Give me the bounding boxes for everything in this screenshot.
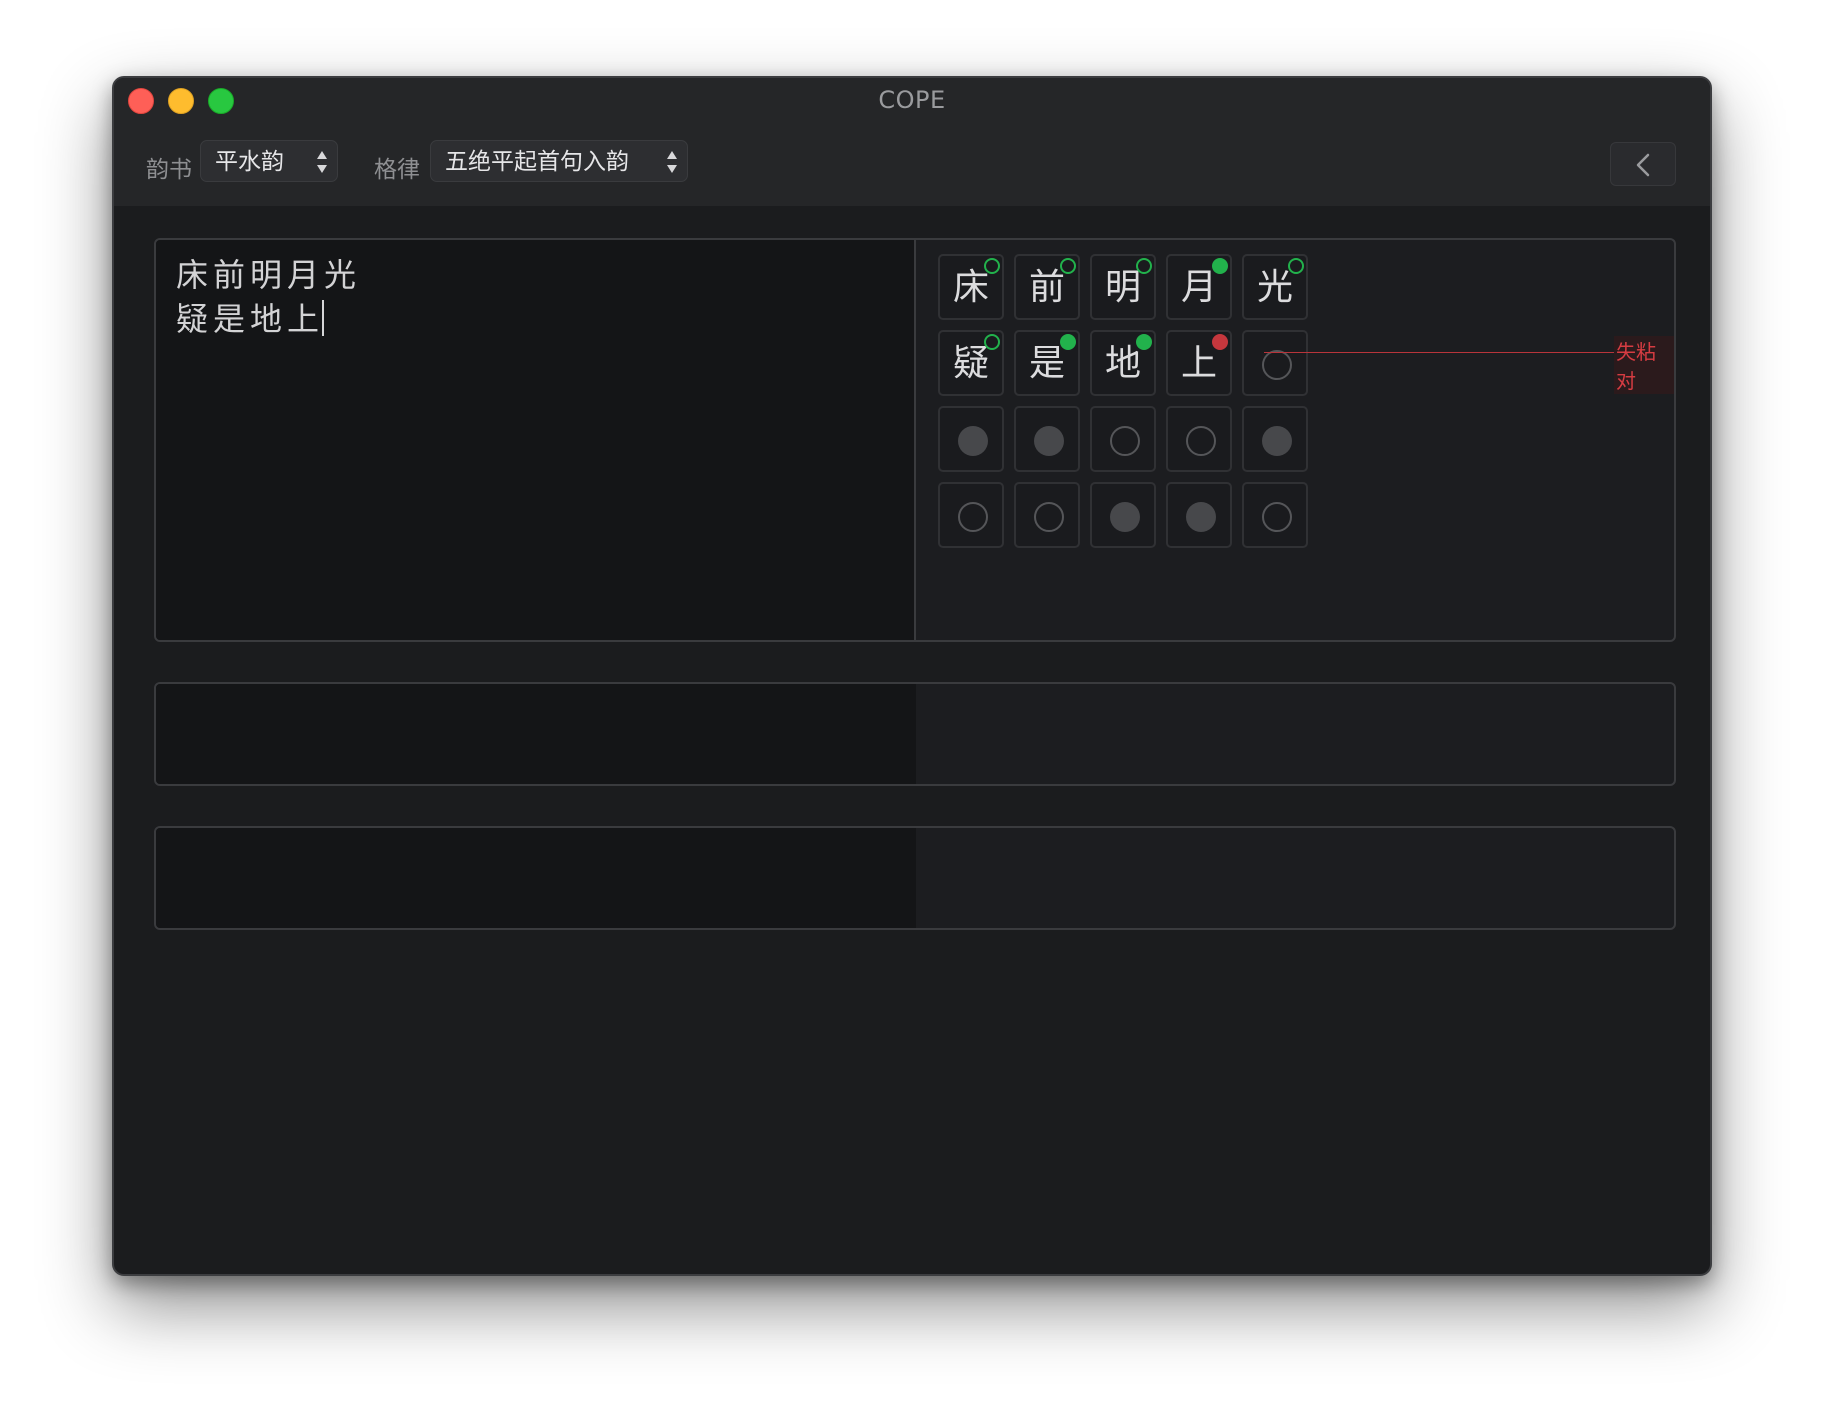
tone-cell[interactable]: 床 <box>938 254 1004 320</box>
select-arrows-icon <box>665 141 679 183</box>
tone-cell[interactable] <box>938 406 1004 472</box>
tone-cell[interactable] <box>938 482 1004 548</box>
tone-cell[interactable]: 光 <box>1242 254 1308 320</box>
tone-ok-indicator <box>984 258 1000 274</box>
tone-cell[interactable] <box>1014 406 1080 472</box>
tone-cell[interactable]: 是 <box>1014 330 1080 396</box>
rhyme-book-value: 平水韵 <box>215 149 284 175</box>
tone-cell[interactable] <box>1166 406 1232 472</box>
tone-ok-indicator <box>1288 258 1304 274</box>
meter-value: 五绝平起首句入韵 <box>445 149 629 175</box>
error-tag: 失粘对 <box>1614 336 1674 394</box>
oblique-tone-mark <box>1110 502 1140 532</box>
secondary-panel-left <box>156 684 916 784</box>
select-arrows-icon <box>315 141 329 183</box>
level-tone-mark <box>1262 502 1292 532</box>
oblique-tone-mark <box>1186 502 1216 532</box>
tone-cell[interactable]: 月 <box>1166 254 1232 320</box>
tone-cell[interactable] <box>1242 482 1308 548</box>
tone-cell[interactable] <box>1090 406 1156 472</box>
tone-ok-indicator <box>1136 258 1152 274</box>
level-tone-mark <box>958 502 988 532</box>
tone-cell[interactable]: 前 <box>1014 254 1080 320</box>
rhyme-book-label: 韵书 <box>146 157 192 183</box>
tone-ok-indicator <box>1212 258 1228 274</box>
tone-error-indicator <box>1212 334 1228 350</box>
tertiary-panel <box>154 826 1676 930</box>
editor-line: 床前明月光 <box>176 256 362 294</box>
tone-cell[interactable] <box>1242 330 1308 396</box>
tone-cell[interactable] <box>1166 482 1232 548</box>
tone-ok-indicator <box>1060 258 1076 274</box>
text-caret <box>322 300 325 336</box>
poem-editor[interactable]: 床前明月光 疑是地上 <box>156 240 916 640</box>
titlebar: COPE 韵书 平水韵 格律 五绝平起首句入韵 <box>114 78 1710 206</box>
level-tone-mark <box>1262 350 1292 380</box>
rhyme-book-select[interactable]: 平水韵 <box>200 140 338 182</box>
editor-line-text: 疑是地上 <box>176 300 325 338</box>
oblique-tone-mark <box>1262 426 1292 456</box>
meter-select[interactable]: 五绝平起首句入韵 <box>430 140 688 182</box>
level-tone-mark <box>1110 426 1140 456</box>
tone-cell[interactable] <box>1014 482 1080 548</box>
tone-ok-indicator <box>1060 334 1076 350</box>
oblique-tone-mark <box>1034 426 1064 456</box>
tone-cell[interactable]: 疑 <box>938 330 1004 396</box>
level-tone-mark <box>1034 502 1064 532</box>
level-tone-mark <box>1186 426 1216 456</box>
tertiary-panel-left <box>156 828 916 928</box>
tone-cell[interactable] <box>1242 406 1308 472</box>
back-button[interactable] <box>1610 142 1676 186</box>
tone-cell[interactable]: 地 <box>1090 330 1156 396</box>
editor-line-current: 疑是地上 <box>176 294 325 340</box>
window-title: COPE <box>878 86 946 114</box>
tone-cell[interactable]: 明 <box>1090 254 1156 320</box>
meter-label: 格律 <box>374 157 420 183</box>
tone-cell[interactable]: 上 <box>1166 330 1232 396</box>
tone-cell[interactable] <box>1090 482 1156 548</box>
oblique-tone-mark <box>958 426 988 456</box>
main-panel: 床前明月光 疑是地上 床前明月光疑是地上 失粘对 <box>154 238 1676 642</box>
tone-ok-indicator <box>1136 334 1152 350</box>
app-window: COPE 韵书 平水韵 格律 五绝平起首句入韵 床前明月光 疑是地上 床前明月光… <box>112 76 1712 1276</box>
secondary-panel <box>154 682 1676 786</box>
tone-ok-indicator <box>984 334 1000 350</box>
chevron-left-icon <box>1636 153 1650 177</box>
